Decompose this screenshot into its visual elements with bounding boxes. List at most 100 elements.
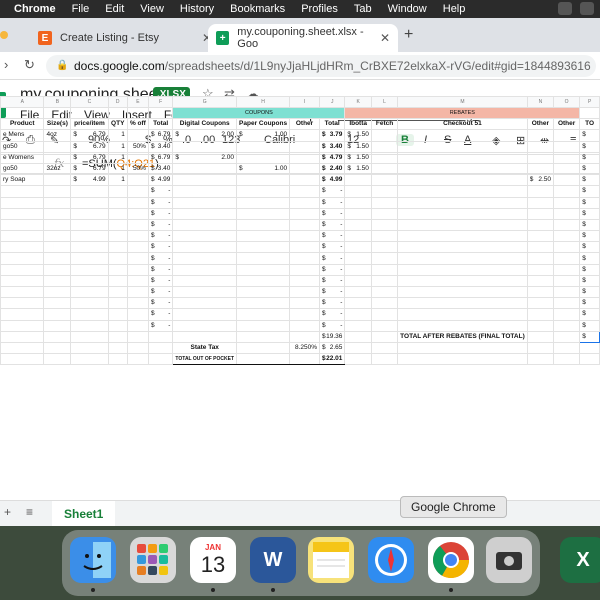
size-cell[interactable]: 4oz [43, 129, 72, 142]
cell[interactable] [289, 319, 320, 332]
cell[interactable] [70, 252, 109, 265]
cell[interactable] [107, 341, 128, 355]
cell[interactable]: $ [579, 308, 600, 321]
cell[interactable] [552, 196, 581, 209]
menu-bookmarks[interactable]: Bookmarks [230, 3, 285, 15]
coupon-total-cell[interactable]: $3.40 [318, 140, 346, 153]
fetch-cell[interactable] [370, 162, 399, 176]
dropbox-icon[interactable] [558, 2, 572, 15]
cell[interactable] [107, 330, 128, 343]
cell[interactable]: $ [579, 297, 600, 310]
digital-cell[interactable]: $2.00 [172, 129, 238, 142]
cell[interactable] [397, 353, 528, 366]
ibotta-cell[interactable]: $1.50 [344, 162, 372, 176]
column-header[interactable]: I [289, 96, 320, 108]
cell[interactable] [70, 274, 109, 288]
paper-cell[interactable] [236, 174, 291, 187]
size-cell[interactable] [43, 174, 72, 187]
cell[interactable] [552, 297, 581, 310]
rother-cell[interactable] [526, 129, 555, 142]
column-label[interactable]: Other [289, 118, 320, 131]
cell[interactable] [0, 274, 45, 288]
cell[interactable] [552, 330, 581, 343]
cell[interactable] [289, 330, 320, 343]
other-cell[interactable] [289, 140, 320, 153]
cell[interactable] [397, 285, 528, 299]
cell[interactable] [289, 196, 320, 209]
price-cell[interactable]: $4.99 [70, 174, 109, 187]
cell[interactable] [126, 196, 149, 209]
column-header[interactable]: M [397, 96, 528, 108]
cell[interactable] [344, 252, 372, 265]
to-cell[interactable]: $ [579, 140, 600, 153]
column-header[interactable]: O [552, 96, 581, 108]
qty-cell[interactable]: 1 [107, 129, 128, 142]
column-header[interactable]: H [236, 96, 291, 108]
cell[interactable] [289, 308, 320, 321]
column-label[interactable]: Total [147, 118, 174, 131]
cell[interactable]: $ - [318, 185, 346, 198]
c51-cell[interactable] [397, 162, 528, 176]
cell[interactable] [0, 252, 45, 265]
total-cell[interactable]: $4.99 [147, 174, 174, 187]
cell[interactable] [552, 140, 581, 153]
paper-cell[interactable]: $1.00 [236, 162, 291, 176]
cell[interactable] [370, 207, 399, 220]
cell[interactable] [344, 185, 372, 198]
cell[interactable]: $ - [147, 252, 174, 265]
cell[interactable]: $ [579, 241, 600, 254]
launchpad-icon[interactable] [130, 537, 176, 583]
cell[interactable] [126, 285, 149, 299]
cell[interactable] [552, 241, 581, 254]
cell[interactable] [397, 230, 528, 243]
cell[interactable] [370, 241, 399, 254]
cell[interactable] [70, 196, 109, 209]
cell[interactable] [43, 241, 72, 254]
off-cell[interactable] [126, 174, 149, 187]
cell[interactable] [397, 207, 528, 220]
forward-icon[interactable]: › [4, 57, 8, 72]
cell[interactable] [526, 263, 555, 276]
cell[interactable] [289, 353, 320, 366]
cell[interactable] [552, 207, 581, 220]
cell[interactable] [70, 353, 109, 366]
cell[interactable] [172, 308, 238, 321]
paper-cell[interactable] [236, 151, 291, 164]
cell[interactable] [0, 308, 45, 321]
cell[interactable] [236, 308, 291, 321]
cell[interactable] [147, 353, 174, 366]
cell[interactable] [172, 274, 238, 288]
sheet-tab-sheet1[interactable]: Sheet1 [52, 501, 116, 526]
notes-icon[interactable] [308, 537, 354, 583]
cell[interactable] [289, 297, 320, 310]
cell[interactable] [70, 218, 109, 232]
cell[interactable] [397, 218, 528, 232]
cell[interactable] [579, 341, 600, 355]
column-label[interactable]: Total [318, 118, 346, 131]
cell[interactable]: $ - [318, 319, 346, 332]
cell[interactable] [552, 353, 581, 366]
column-header[interactable]: P [579, 96, 600, 108]
cell[interactable] [172, 196, 238, 209]
cell[interactable] [43, 319, 72, 332]
cell[interactable] [70, 230, 109, 243]
cell[interactable]: $ - [147, 308, 174, 321]
add-sheet-button[interactable]: + [4, 505, 11, 519]
paper-cell[interactable] [236, 140, 291, 153]
cell[interactable] [43, 274, 72, 288]
column-label[interactable]: Other [552, 118, 581, 131]
cell[interactable] [579, 353, 600, 366]
cell[interactable] [107, 308, 128, 321]
cell[interactable] [126, 330, 149, 343]
cell[interactable] [236, 207, 291, 220]
cell[interactable] [43, 106, 72, 120]
cell[interactable] [236, 230, 291, 243]
other-cell[interactable] [289, 162, 320, 176]
cell[interactable]: $ - [147, 319, 174, 332]
cell[interactable] [0, 263, 45, 276]
cell[interactable] [172, 207, 238, 220]
column-header[interactable]: J [318, 96, 346, 108]
column-label[interactable]: QTY [107, 118, 128, 131]
coupon-total-cell[interactable]: $4.99 [318, 174, 346, 187]
product-cell[interactable]: e Mens [0, 129, 45, 142]
